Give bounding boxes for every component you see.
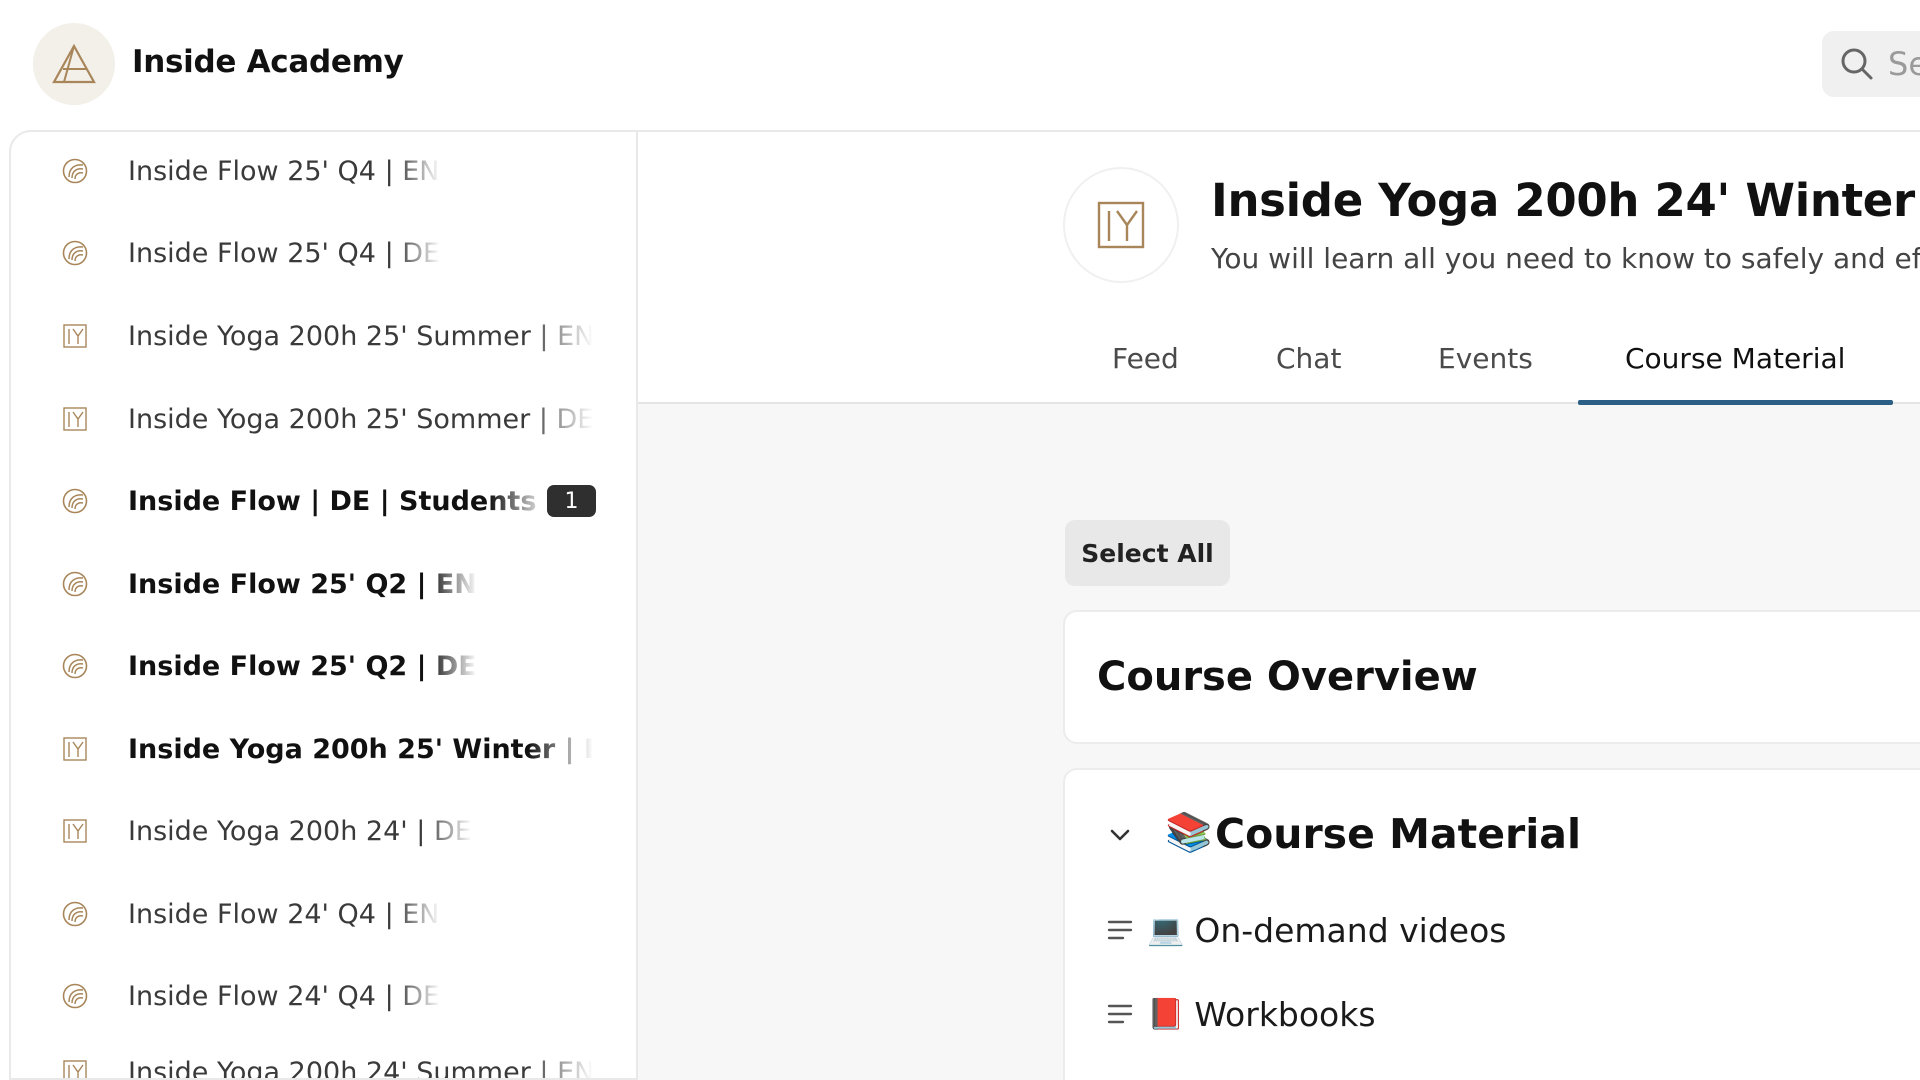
sidebar-item-label: Inside Flow 25' Q4 | EN [128, 155, 440, 187]
iy-monogram-icon [61, 735, 89, 763]
flow-swirl-icon [61, 652, 89, 680]
lesson-label: On-demand videos [1194, 910, 1507, 950]
books-icon: 📚 [1165, 810, 1213, 854]
course-overview-card[interactable]: Course Overview [1063, 610, 1920, 744]
section-title[interactable]: Course Material [1215, 810, 1581, 858]
sidebar-item-flow-24-q4-de[interactable]: Inside Flow 24' Q4 | DE [61, 966, 621, 1026]
lesson-item-workbooks[interactable]: 📕 Workbooks [1105, 986, 1920, 1042]
lesson-item-on-demand-videos[interactable]: 💻 On-demand videos [1105, 902, 1920, 958]
tab-feed[interactable]: Feed [1112, 342, 1179, 375]
flow-swirl-icon [61, 239, 89, 267]
brand-logo[interactable] [33, 23, 115, 105]
select-all-button[interactable]: Select All [1065, 520, 1230, 586]
sidebar-item-label: Inside Flow 25' Q2 | DE [128, 650, 477, 682]
active-tab-indicator [1578, 400, 1893, 405]
sidebar-item-yoga-24-summer-en[interactable]: Inside Yoga 200h 24' Summer | EN [61, 1042, 621, 1080]
course-overview-title: Course Overview [1097, 654, 1478, 700]
lines-icon [1105, 999, 1135, 1029]
sidebar-item-label: Inside Yoga 200h 24' Summer | EN [128, 1056, 593, 1080]
sidebar-item-yoga-25-sommer-de[interactable]: Inside Yoga 200h 25' Sommer | DE [61, 389, 621, 449]
flow-swirl-icon [61, 900, 89, 928]
sidebar-item-label: Inside Flow 24' Q4 | DE [128, 980, 441, 1012]
sidebar-item-flow-24-q4-en[interactable]: Inside Flow 24' Q4 | EN [61, 884, 621, 944]
sidebar-item-label: Inside Flow | DE | Students In [128, 485, 548, 517]
iy-monogram-icon [1097, 201, 1145, 249]
sidebar-item-label: Inside Flow 25' Q2 | EN [128, 568, 477, 600]
sidebar-item-label: Inside Yoga 200h 24' | DE [128, 815, 472, 847]
unread-count-badge: 1 [547, 485, 596, 517]
sidebar-item-flow-de-students[interactable]: Inside Flow | DE | Students In 1 [61, 471, 621, 531]
sidebar-item-flow-25-q2-en[interactable]: Inside Flow 25' Q2 | EN [61, 554, 621, 614]
flow-swirl-icon [61, 157, 89, 185]
sidebar-item-label: Inside Yoga 200h 25' Summer | EN [128, 320, 593, 352]
sidebar-item-yoga-25-summer-en[interactable]: Inside Yoga 200h 25' Summer | EN [61, 306, 621, 366]
tab-events[interactable]: Events [1438, 342, 1533, 375]
mountain-triangle-logo-icon [52, 43, 96, 84]
sidebar-item-label: Inside Yoga 200h 25' Winter | EN [128, 733, 593, 765]
lines-icon [1105, 915, 1135, 945]
sidebar-item-flow-25-q2-de[interactable]: Inside Flow 25' Q2 | DE [61, 636, 621, 696]
sidebar-item-yoga-25-winter-en[interactable]: Inside Yoga 200h 25' Winter | EN [61, 719, 621, 779]
flow-swirl-icon [61, 487, 89, 515]
course-material-section: 📚 Course Material 💻 On-demand videos 📕 W… [1063, 768, 1920, 1080]
space-description: You will learn all you need to know to s… [1211, 242, 1920, 275]
search-icon [1841, 48, 1873, 80]
chevron-down-icon[interactable] [1105, 820, 1135, 850]
space-title: Inside Yoga 200h 24' Winter | EN [1211, 174, 1920, 227]
tab-chat[interactable]: Chat [1276, 342, 1341, 375]
lesson-label: Workbooks [1194, 994, 1376, 1034]
sidebar-item-yoga-24-de[interactable]: Inside Yoga 200h 24' | DE [61, 801, 621, 861]
iy-monogram-icon [61, 322, 89, 350]
sidebar-item-label: Inside Flow 24' Q4 | EN [128, 898, 440, 930]
flow-swirl-icon [61, 982, 89, 1010]
sidebar-item-label: Inside Flow 25' Q4 | DE [128, 237, 441, 269]
iy-monogram-icon [61, 1058, 89, 1078]
top-header: Inside Academy Se [0, 0, 1920, 130]
search-input[interactable]: Se [1822, 31, 1920, 97]
laptop-icon: 💻 [1147, 912, 1185, 948]
iy-monogram-icon [61, 405, 89, 433]
sidebar-item-flow-25-q4-en[interactable]: Inside Flow 25' Q4 | EN [61, 141, 621, 201]
main-content: Inside Yoga 200h 24' Winter | EN You wil… [638, 130, 1920, 1080]
red-book-icon: 📕 [1147, 996, 1185, 1032]
space-avatar [1063, 167, 1179, 283]
space-header: Inside Yoga 200h 24' Winter | EN You wil… [638, 132, 1920, 405]
sidebar-item-flow-25-q4-de[interactable]: Inside Flow 25' Q4 | DE [61, 223, 621, 283]
flow-swirl-icon [61, 570, 89, 598]
sidebar-item-label: Inside Yoga 200h 25' Sommer | DE [128, 403, 593, 435]
tab-course-material[interactable]: Course Material [1625, 342, 1845, 375]
iy-monogram-icon [61, 817, 89, 845]
spaces-sidebar: Inside Flow 25' Q4 | EN Inside Flow 25' … [9, 130, 638, 1080]
search-placeholder: Se [1888, 45, 1920, 83]
brand-name[interactable]: Inside Academy [132, 44, 404, 80]
